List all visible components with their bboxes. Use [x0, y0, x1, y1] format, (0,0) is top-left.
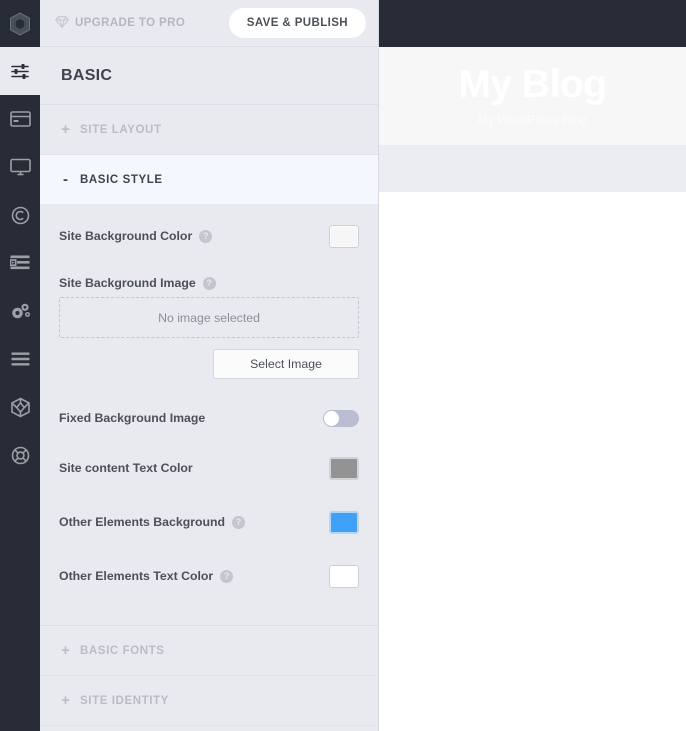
accordion-site-identity-label: SITE IDENTITY — [80, 694, 169, 707]
sidebar-item-footer[interactable] — [0, 191, 40, 239]
other-elements-text-color-swatch[interactable] — [329, 564, 359, 588]
other-elements-background-swatch[interactable] — [329, 510, 359, 534]
plus-icon: + — [61, 121, 70, 138]
site-background-color-swatch[interactable] — [329, 224, 359, 248]
preview-site-tagline: My WordPress Blog — [477, 112, 588, 127]
image-dropzone[interactable]: No image selected — [59, 297, 359, 338]
sliders-icon — [10, 63, 30, 80]
field-site-content-text-color: Site content Text Color — [59, 441, 359, 495]
site-background-color-label: Site Background Color ? — [59, 229, 213, 243]
site-preview: My Blog My WordPress Blog — [379, 0, 686, 731]
list-text-icon — [10, 255, 30, 272]
copyright-icon — [11, 206, 30, 225]
help-icon[interactable]: ? — [232, 515, 246, 529]
accordion-site-identity[interactable]: + SITE IDENTITY — [40, 676, 378, 726]
upgrade-to-pro-button[interactable]: UPGRADE TO PRO — [54, 15, 186, 31]
cube-icon — [10, 397, 31, 418]
sidebar-item-customize[interactable] — [0, 47, 40, 95]
toggle-knob — [324, 410, 339, 426]
accordion-basic-fonts-label: BASIC FONTS — [80, 644, 165, 657]
select-image-button[interactable]: Select Image — [213, 349, 359, 379]
plus-icon: + — [61, 692, 70, 709]
field-other-elements-background: Other Elements Background ? — [59, 495, 359, 549]
field-other-elements-text-color: Other Elements Text Color ? — [59, 549, 359, 603]
preview-site-header: My Blog My WordPress Blog — [379, 47, 686, 145]
sidebar-item-layout[interactable] — [0, 143, 40, 191]
settings-panel: UPGRADE TO PRO SAVE & PUBLISH BASIC + SI… — [40, 0, 379, 731]
site-background-image-label: Site Background Image ? — [59, 276, 216, 290]
sidebar-item-modules[interactable] — [0, 383, 40, 431]
accordion-site-layout[interactable]: + SITE LAYOUT — [40, 105, 378, 155]
icon-rail — [0, 0, 40, 731]
upgrade-to-pro-label: UPGRADE TO PRO — [75, 17, 186, 29]
section-bottom-spacer — [59, 603, 359, 625]
preview-site-title: My Blog — [458, 63, 607, 107]
accordion-basic-fonts[interactable]: + BASIC FONTS — [40, 626, 378, 676]
other-elements-background-label: Other Elements Background ? — [59, 515, 246, 529]
image-dropzone-empty-text: No image selected — [158, 310, 260, 325]
preview-nav-band — [379, 145, 686, 192]
lifebuoy-icon — [11, 446, 30, 465]
plus-icon: + — [61, 642, 70, 659]
sidebar-item-settings[interactable] — [0, 287, 40, 335]
other-elements-text-color-label: Other Elements Text Color ? — [59, 569, 234, 583]
accordion-site-layout-label: SITE LAYOUT — [80, 123, 162, 136]
panel-topbar: UPGRADE TO PRO SAVE & PUBLISH — [40, 0, 378, 47]
help-icon[interactable]: ? — [202, 276, 216, 290]
preview-body — [379, 192, 686, 731]
fixed-background-image-label: Fixed Background Image — [59, 411, 206, 425]
hexagon-logo-icon — [0, 0, 40, 47]
accordion-basic-style-label: BASIC STYLE — [80, 173, 163, 186]
desktop-monitor-icon — [9, 158, 31, 176]
basic-style-body: Site Background Color ? Site Background … — [40, 205, 378, 625]
sidebar-item-support[interactable] — [0, 431, 40, 479]
save-and-publish-button[interactable]: SAVE & PUBLISH — [228, 8, 366, 38]
minus-icon: - — [63, 171, 68, 188]
field-fixed-background-image: Fixed Background Image — [59, 395, 359, 441]
field-site-background-color: Site Background Color ? — [59, 205, 359, 267]
help-icon[interactable]: ? — [220, 569, 234, 583]
site-content-text-color-label: Site content Text Color — [59, 461, 193, 475]
accordion-basic-style[interactable]: - BASIC STYLE — [40, 155, 378, 205]
help-icon[interactable]: ? — [199, 229, 213, 243]
customizer-app: UPGRADE TO PRO SAVE & PUBLISH BASIC + SI… — [0, 0, 686, 731]
sidebar-item-menus[interactable] — [0, 335, 40, 383]
fixed-background-image-toggle[interactable] — [323, 409, 359, 427]
preview-topbar — [379, 0, 686, 47]
page-title: BASIC — [61, 66, 113, 84]
gears-icon — [10, 302, 31, 321]
credit-card-icon — [9, 111, 31, 127]
field-site-background-image-label: Site Background Image ? — [59, 267, 359, 297]
hamburger-menu-icon — [11, 352, 30, 366]
sidebar-item-header[interactable] — [0, 95, 40, 143]
panel-title-row: BASIC — [40, 47, 378, 105]
sidebar-item-blog[interactable] — [0, 239, 40, 287]
select-image-row: Select Image — [59, 338, 359, 395]
site-content-text-color-swatch[interactable] — [329, 456, 359, 480]
diamond-icon — [54, 15, 70, 31]
